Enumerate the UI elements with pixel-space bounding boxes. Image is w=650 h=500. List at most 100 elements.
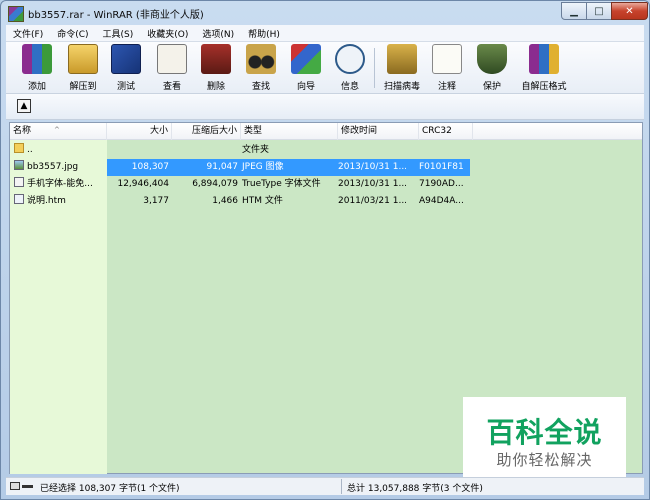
- row-modified: [338, 142, 416, 159]
- maximize-button[interactable]: □: [586, 2, 612, 20]
- row-crc: [419, 142, 470, 159]
- list-row-parent-folder[interactable]: .. 文件夹: [10, 142, 470, 159]
- row-packed: 91,047: [206, 162, 239, 172]
- protect-button[interactable]: 保护: [469, 44, 515, 92]
- menu-help[interactable]: 帮助(H): [241, 25, 287, 41]
- column-header-type[interactable]: 类型: [241, 123, 338, 140]
- virus-scan-button[interactable]: 扫描病毒: [376, 44, 428, 92]
- row-size: 12,946,404: [117, 179, 169, 189]
- close-button[interactable]: ✕: [611, 2, 648, 20]
- virus-scan-icon: [387, 44, 417, 74]
- view-label: 查看: [162, 82, 181, 92]
- row-modified: 2013/10/31 1...: [338, 179, 408, 189]
- row-name-cell: 手机字体-能免...: [10, 176, 107, 193]
- watermark-subtitle: 助你轻松解决: [496, 451, 593, 469]
- column-header-modified[interactable]: 修改时间: [338, 123, 419, 140]
- comment-button[interactable]: 注释: [424, 44, 470, 92]
- up-folder-button[interactable]: ▲: [17, 99, 31, 113]
- comment-pen-icon: [432, 44, 462, 74]
- watermark-title: 百科全说: [486, 416, 603, 449]
- column-header-crc[interactable]: CRC32: [419, 123, 473, 140]
- column-name-label: 名称: [13, 126, 32, 136]
- add-label: 添加: [27, 82, 46, 92]
- column-type-label: 类型: [244, 126, 263, 136]
- row-name-cell: 说明.htm: [10, 193, 107, 210]
- row-crc: A94D4A...: [419, 196, 464, 206]
- test-label: 测试: [116, 82, 135, 92]
- menu-options[interactable]: 选项(N): [195, 25, 241, 41]
- up-arrow-icon: ▲: [20, 100, 28, 111]
- view-button[interactable]: 查看: [149, 44, 195, 92]
- minimize-button[interactable]: ▁: [561, 2, 587, 20]
- sfx-archive-icon: [529, 44, 559, 74]
- font-file-icon: [14, 177, 24, 187]
- info-icon: [335, 44, 365, 74]
- row-packed: 1,466: [212, 196, 238, 206]
- total-status: 总计 13,057,888 字节(3 个文件): [347, 484, 483, 494]
- navigation-bar: ▲: [6, 94, 644, 120]
- wizard-button[interactable]: 向导: [283, 44, 329, 92]
- row-modified: 2011/03/21 1...: [338, 196, 408, 206]
- column-packed-label: 压缩后大小: [191, 126, 237, 136]
- view-glasses-icon: [157, 44, 187, 74]
- menu-favorites[interactable]: 收藏夹(O): [140, 25, 195, 41]
- find-button[interactable]: 查找: [238, 44, 284, 92]
- list-header: 名称 ^ 大小 压缩后大小 类型 修改时间 CRC32: [10, 123, 642, 140]
- row-packed: 6,894,079: [192, 179, 238, 189]
- row-type: HTM 文件: [242, 196, 283, 206]
- column-header-size[interactable]: 大小: [107, 123, 172, 140]
- row-size: 108,307: [131, 162, 169, 172]
- row-packed: [172, 142, 238, 159]
- row-size: 3,177: [143, 196, 169, 206]
- winrar-app-icon: [8, 6, 24, 22]
- test-button[interactable]: 测试: [103, 44, 149, 92]
- delete-label: 删除: [206, 82, 225, 92]
- minimize-icon: ▁: [570, 5, 578, 17]
- row-crc: F0101F81: [419, 162, 464, 172]
- books-stack-icon: [22, 44, 52, 74]
- info-button[interactable]: 信息: [327, 44, 373, 92]
- sfx-label: 自解压格式: [521, 82, 567, 92]
- row-type: JPEG 图像: [242, 162, 284, 172]
- row-name: bb3557.jpg: [27, 162, 79, 172]
- menu-file[interactable]: 文件(F): [6, 25, 50, 41]
- list-row-selected[interactable]: bb3557.jpg 108,307 91,047 JPEG 图像 2013/1…: [10, 159, 470, 176]
- folder-icon: [14, 143, 24, 153]
- watermark: 百科全说 助你轻松解决: [463, 397, 626, 477]
- column-crc-label: CRC32: [422, 126, 452, 136]
- toolbar: 添加 解压到 测试 查看 删除 查找 向导 信息 扫描病毒 注释 保护 自解压格…: [6, 42, 644, 94]
- menu-bar: 文件(F) 命令(C) 工具(S) 收藏夹(O) 选项(N) 帮助(H): [6, 25, 644, 42]
- winrar-window: bb3557.rar - WinRAR (非商业个人版) ▁ □ ✕ 文件(F)…: [0, 0, 650, 500]
- toolbar-separator: [374, 48, 375, 88]
- row-type: 文件夹: [242, 145, 270, 155]
- protect-label: 保护: [482, 82, 501, 92]
- list-row[interactable]: 说明.htm 3,177 1,466 HTM 文件 2011/03/21 1..…: [10, 193, 470, 210]
- row-name-cell: ..: [10, 142, 107, 159]
- extract-to-button[interactable]: 解压到: [60, 44, 106, 92]
- drive-key-icon: [10, 482, 34, 491]
- add-button[interactable]: 添加: [14, 44, 60, 92]
- menu-tools[interactable]: 工具(S): [96, 25, 141, 41]
- shield-icon: [477, 44, 507, 74]
- virus-scan-label: 扫描病毒: [383, 82, 420, 92]
- extract-to-label: 解压到: [69, 82, 97, 92]
- title-bar: bb3557.rar - WinRAR (非商业个人版) ▁ □ ✕: [1, 1, 649, 25]
- column-header-name[interactable]: 名称 ^: [10, 123, 107, 140]
- close-icon: ✕: [625, 5, 634, 17]
- delete-books-icon: [201, 44, 231, 74]
- menu-commands[interactable]: 命令(C): [50, 25, 95, 41]
- extract-folder-icon: [68, 44, 98, 74]
- delete-button[interactable]: 删除: [193, 44, 239, 92]
- row-name: 说明.htm: [27, 196, 66, 206]
- test-book-icon: [111, 44, 141, 74]
- wizard-icon: [291, 44, 321, 74]
- sfx-button[interactable]: 自解压格式: [514, 44, 574, 92]
- row-name: ..: [27, 145, 33, 155]
- sort-ascending-icon: ^: [54, 126, 60, 134]
- wizard-label: 向导: [296, 82, 315, 92]
- list-row[interactable]: 手机字体-能免... 12,946,404 6,894,079 TrueType…: [10, 176, 470, 193]
- row-modified: 2013/10/31 1...: [338, 162, 408, 172]
- column-header-packed[interactable]: 压缩后大小: [172, 123, 241, 140]
- row-size: [107, 142, 169, 159]
- column-modified-label: 修改时间: [341, 126, 378, 136]
